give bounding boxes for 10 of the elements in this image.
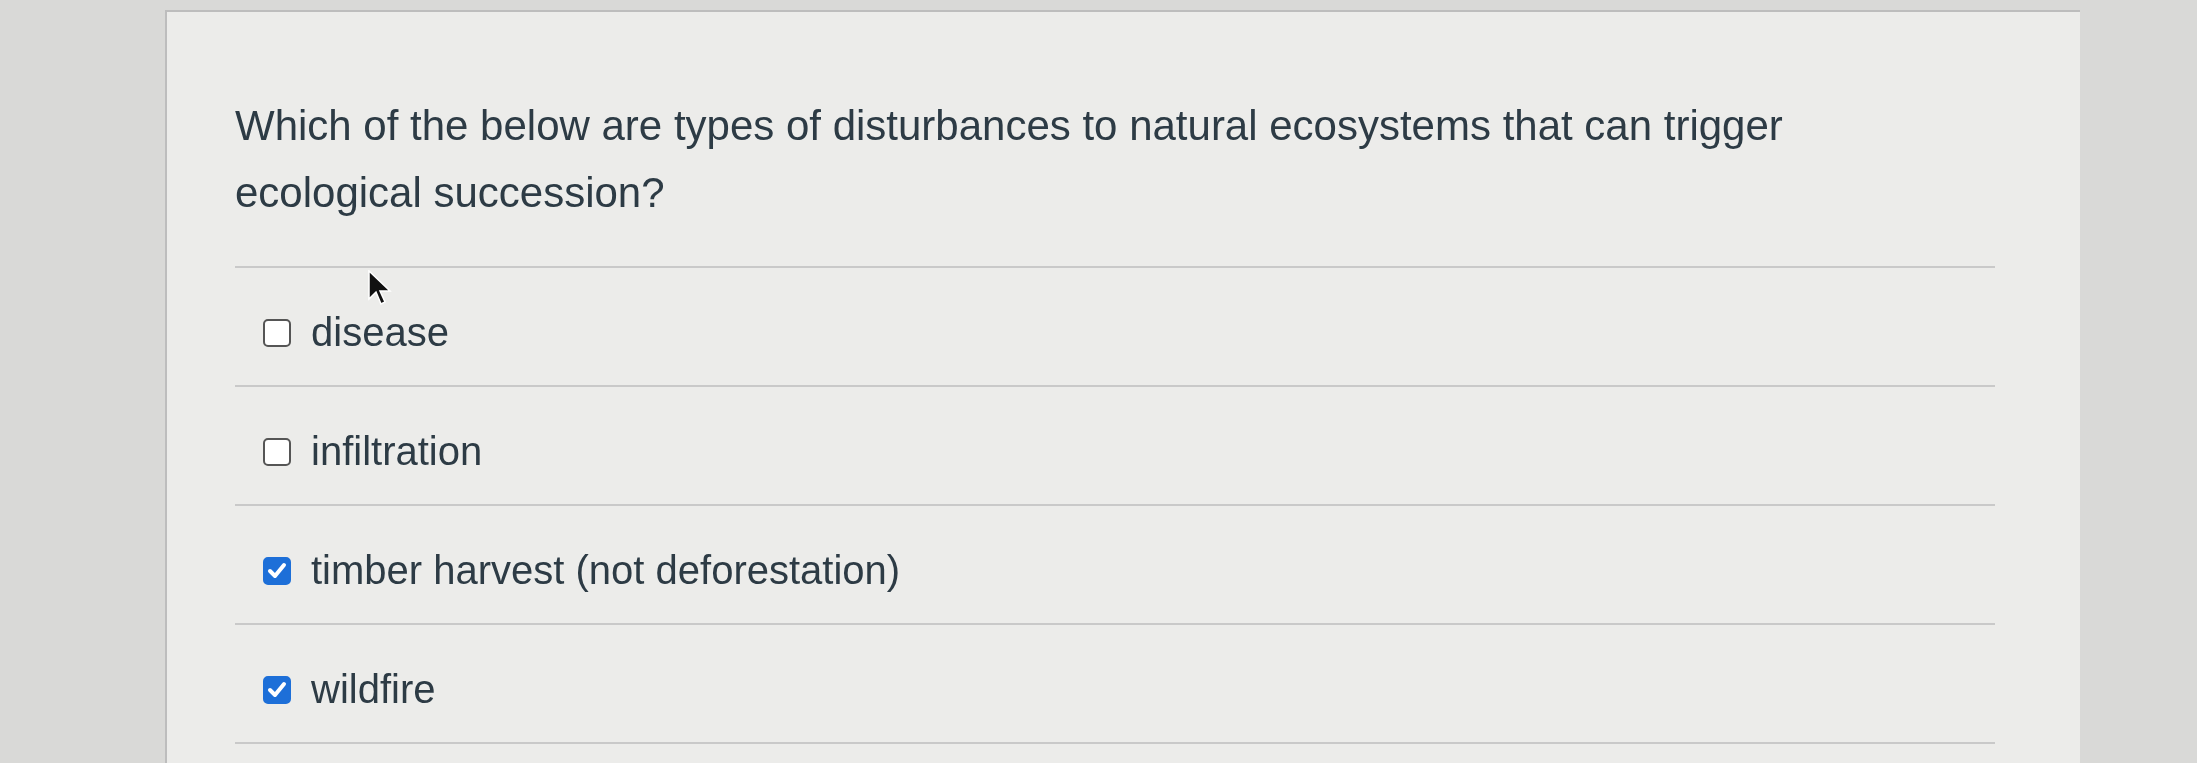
option-label: infiltration (311, 429, 483, 475)
checkbox[interactable] (263, 437, 291, 466)
checkbox[interactable] (263, 675, 291, 704)
question-text: Which of the below are types of disturbances to natural ecosystems that can trigger ecological succession? (235, 92, 1995, 269)
option-label: disease (311, 310, 449, 356)
checkbox[interactable] (263, 556, 291, 585)
checkbox[interactable] (263, 318, 291, 347)
cursor-icon (368, 270, 392, 306)
option-label: timber harvest (not deforestation) (311, 548, 901, 594)
option-label: wildfire (311, 667, 436, 713)
